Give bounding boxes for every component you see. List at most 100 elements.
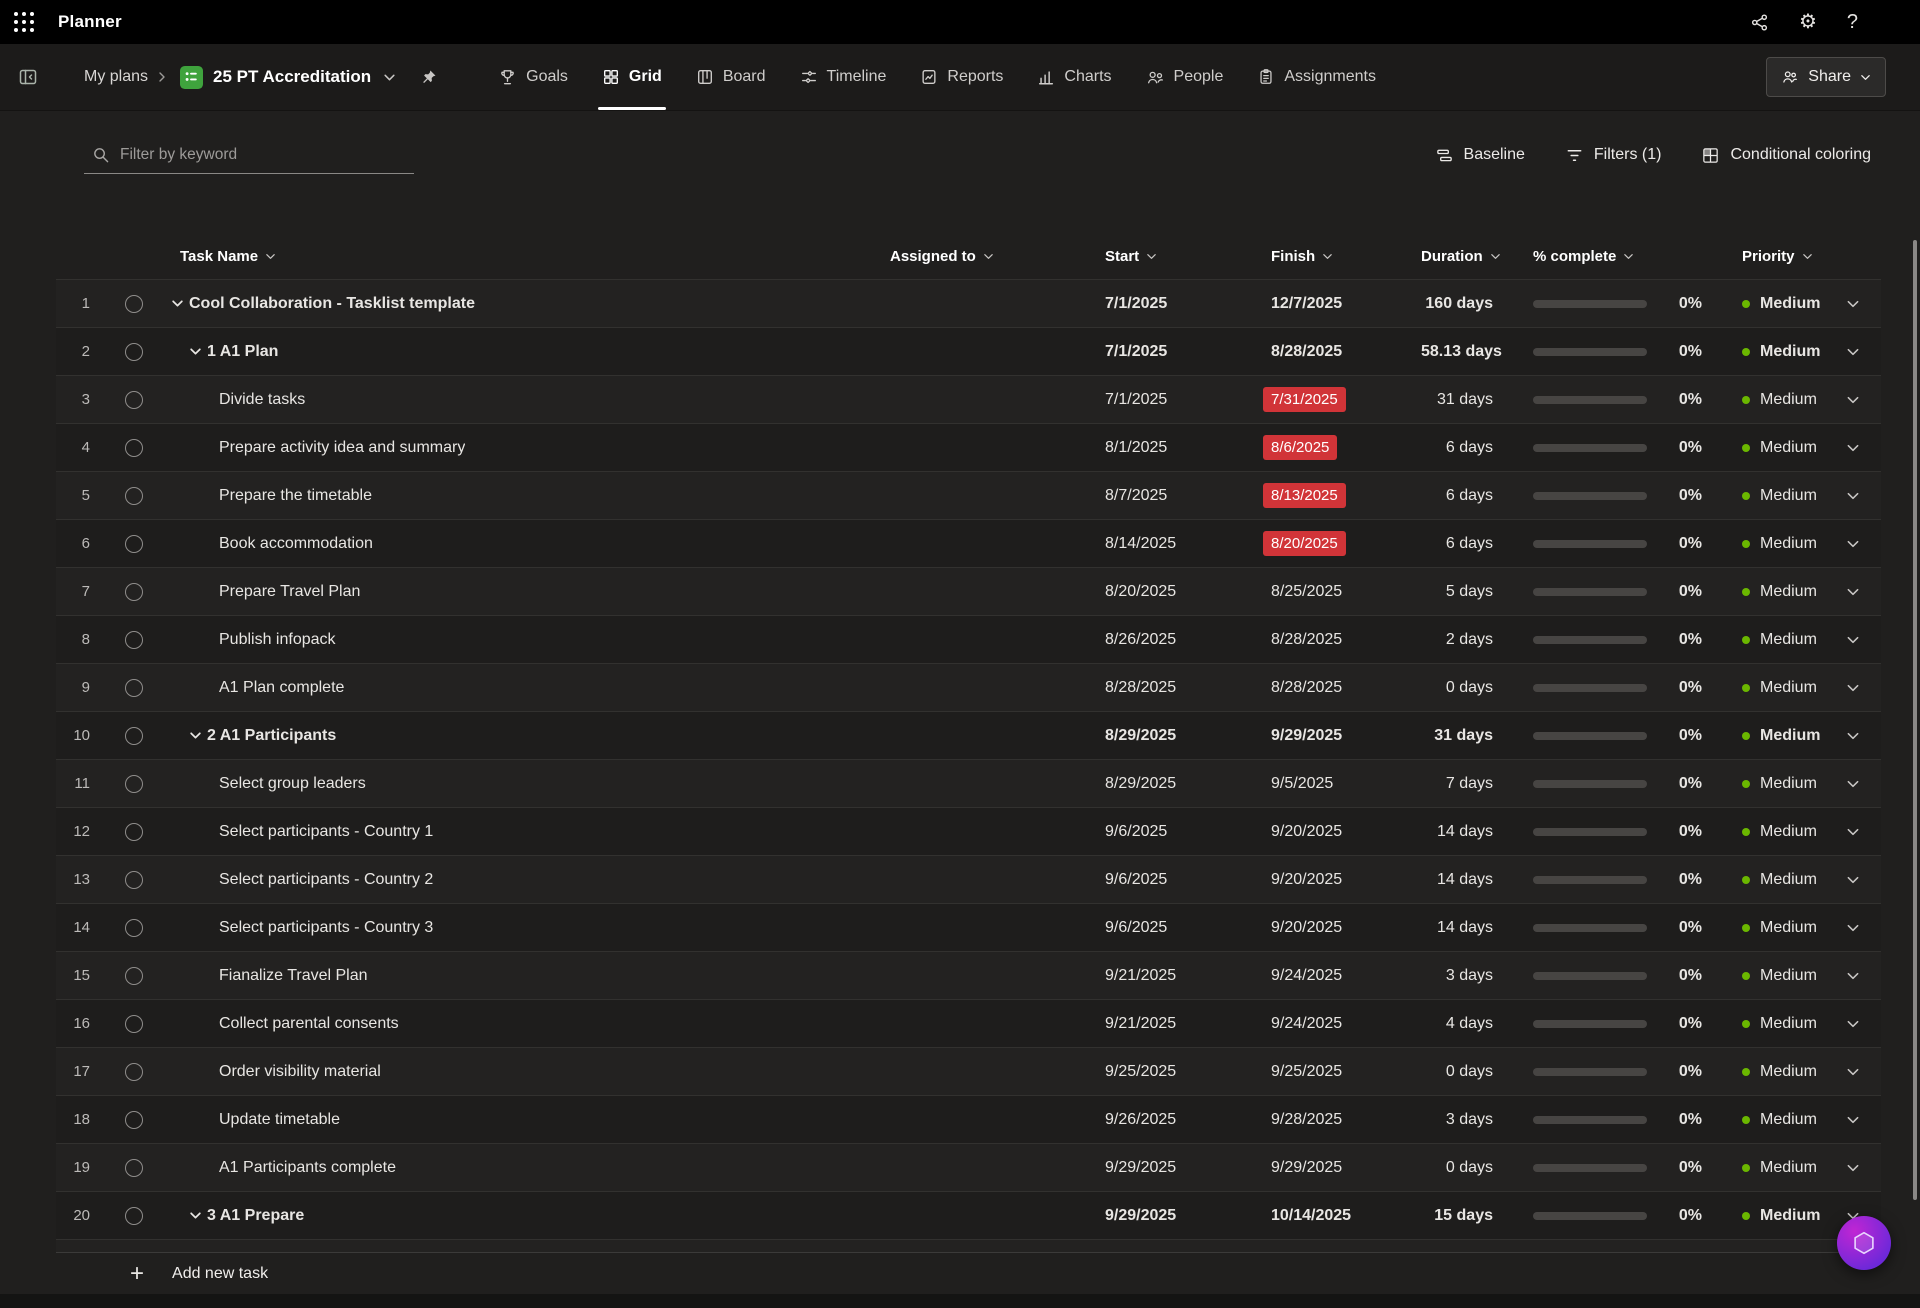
row-chevron-icon[interactable]	[1825, 777, 1881, 791]
task-name[interactable]: Select participants - Country 3	[219, 919, 433, 937]
start-date[interactable]: 7/1/2025	[1105, 295, 1271, 313]
task-complete-circle[interactable]	[125, 967, 143, 985]
task-name[interactable]: Collect parental consents	[219, 1015, 399, 1033]
priority-value[interactable]: Medium	[1760, 1207, 1820, 1225]
start-date[interactable]: 8/28/2025	[1105, 679, 1271, 697]
filters-button[interactable]: Filters (1)	[1565, 146, 1662, 165]
start-date[interactable]: 9/6/2025	[1105, 871, 1271, 889]
task-name[interactable]: 1 A1 Plan	[207, 343, 278, 361]
finish-date[interactable]: 8/28/2025	[1271, 631, 1342, 648]
table-row[interactable]: 13 Select participants - Country 2 9/6/2…	[56, 856, 1881, 904]
priority-value[interactable]: Medium	[1760, 295, 1820, 313]
duration-value[interactable]: 14 days	[1421, 823, 1533, 841]
finish-date[interactable]: 7/31/2025	[1263, 387, 1346, 412]
finish-date[interactable]: 10/14/2025	[1271, 1207, 1351, 1224]
filter-keyword-input[interactable]	[84, 137, 414, 174]
finish-date[interactable]: 9/25/2025	[1271, 1063, 1342, 1080]
task-name[interactable]: 2 A1 Participants	[207, 727, 336, 745]
row-chevron-icon[interactable]	[1825, 489, 1881, 503]
task-complete-circle[interactable]	[125, 1207, 143, 1225]
duration-value[interactable]: 6 days	[1421, 535, 1533, 553]
plan-icon[interactable]	[180, 66, 203, 89]
task-name[interactable]: Prepare activity idea and summary	[219, 439, 465, 457]
duration-value[interactable]: 0 days	[1421, 1063, 1533, 1081]
start-date[interactable]: 8/29/2025	[1105, 727, 1271, 745]
tab-board[interactable]: Board	[679, 44, 783, 110]
duration-value[interactable]: 6 days	[1421, 487, 1533, 505]
task-name[interactable]: Prepare the timetable	[219, 487, 372, 505]
row-chevron-icon[interactable]	[1825, 537, 1881, 551]
finish-date[interactable]: 8/6/2025	[1263, 435, 1337, 460]
priority-value[interactable]: Medium	[1760, 1063, 1817, 1081]
task-complete-circle[interactable]	[125, 439, 143, 457]
row-chevron-icon[interactable]	[1825, 441, 1881, 455]
collapse-caret-icon[interactable]	[189, 345, 202, 358]
table-row[interactable]: 4 Prepare activity idea and summary 8/1/…	[56, 424, 1881, 472]
duration-value[interactable]: 58.13 days	[1421, 343, 1533, 361]
copilot-button[interactable]	[1837, 1216, 1891, 1270]
table-row[interactable]: 7 Prepare Travel Plan 8/20/2025 8/25/202…	[56, 568, 1881, 616]
priority-value[interactable]: Medium	[1760, 871, 1817, 889]
duration-value[interactable]: 31 days	[1421, 727, 1533, 745]
duration-value[interactable]: 7 days	[1421, 775, 1533, 793]
task-complete-circle[interactable]	[125, 343, 143, 361]
table-row[interactable]: 5 Prepare the timetable 8/7/2025 8/13/20…	[56, 472, 1881, 520]
table-row[interactable]: 15 Fianalize Travel Plan 9/21/2025 9/24/…	[56, 952, 1881, 1000]
task-complete-circle[interactable]	[125, 295, 143, 313]
vertical-scrollbar-thumb[interactable]	[1913, 240, 1917, 1200]
task-complete-circle[interactable]	[125, 1015, 143, 1033]
start-date[interactable]: 9/29/2025	[1105, 1159, 1271, 1177]
duration-value[interactable]: 160 days	[1421, 295, 1533, 313]
add-new-task-button[interactable]: + Add new task	[56, 1252, 1881, 1294]
finish-date[interactable]: 8/28/2025	[1271, 343, 1342, 360]
finish-date[interactable]: 8/13/2025	[1263, 483, 1346, 508]
start-date[interactable]: 9/26/2025	[1105, 1111, 1271, 1129]
column-header-finish[interactable]: Finish	[1271, 248, 1421, 265]
task-name[interactable]: Fianalize Travel Plan	[219, 967, 368, 985]
task-name[interactable]: A1 Plan complete	[219, 679, 344, 697]
share-network-icon[interactable]	[1750, 13, 1769, 32]
duration-value[interactable]: 31 days	[1421, 391, 1533, 409]
duration-value[interactable]: 3 days	[1421, 967, 1533, 985]
start-date[interactable]: 9/25/2025	[1105, 1063, 1271, 1081]
start-date[interactable]: 8/29/2025	[1105, 775, 1271, 793]
share-button[interactable]: Share	[1766, 57, 1886, 97]
panel-toggle-icon[interactable]	[0, 67, 56, 87]
task-complete-circle[interactable]	[125, 535, 143, 553]
task-name[interactable]: Order visibility material	[219, 1063, 381, 1081]
column-header-task-name[interactable]: Task Name	[162, 248, 890, 265]
help-icon[interactable]: ?	[1847, 12, 1858, 32]
task-name[interactable]: Publish infopack	[219, 631, 336, 649]
start-date[interactable]: 9/21/2025	[1105, 1015, 1271, 1033]
task-complete-circle[interactable]	[125, 487, 143, 505]
finish-date[interactable]: 12/7/2025	[1271, 295, 1342, 312]
priority-value[interactable]: Medium	[1760, 919, 1817, 937]
duration-value[interactable]: 15 days	[1421, 1207, 1533, 1225]
start-date[interactable]: 8/26/2025	[1105, 631, 1271, 649]
start-date[interactable]: 9/6/2025	[1105, 823, 1271, 841]
duration-value[interactable]: 14 days	[1421, 919, 1533, 937]
table-row[interactable]: 3 Divide tasks 7/1/2025 7/31/2025 31 day…	[56, 376, 1881, 424]
priority-value[interactable]: Medium	[1760, 487, 1817, 505]
finish-date[interactable]: 8/28/2025	[1271, 679, 1342, 696]
task-complete-circle[interactable]	[125, 1111, 143, 1129]
finish-date[interactable]: 9/29/2025	[1271, 727, 1342, 744]
priority-value[interactable]: Medium	[1760, 967, 1817, 985]
tab-people[interactable]: People	[1129, 44, 1241, 110]
start-date[interactable]: 8/14/2025	[1105, 535, 1271, 553]
task-name[interactable]: Cool Collaboration - Tasklist template	[189, 295, 475, 313]
task-complete-circle[interactable]	[125, 631, 143, 649]
duration-value[interactable]: 0 days	[1421, 1159, 1533, 1177]
table-row[interactable]: 1 Cool Collaboration - Tasklist template…	[56, 280, 1881, 328]
table-row[interactable]: 14 Select participants - Country 3 9/6/2…	[56, 904, 1881, 952]
table-row[interactable]: 20 3 A1 Prepare 9/29/2025 10/14/2025 15 …	[56, 1192, 1881, 1240]
start-date[interactable]: 7/1/2025	[1105, 343, 1271, 361]
duration-value[interactable]: 4 days	[1421, 1015, 1533, 1033]
duration-value[interactable]: 0 days	[1421, 679, 1533, 697]
task-name[interactable]: Book accommodation	[219, 535, 373, 553]
column-header-start[interactable]: Start	[1105, 248, 1271, 265]
priority-value[interactable]: Medium	[1760, 535, 1817, 553]
row-chevron-icon[interactable]	[1825, 393, 1881, 407]
finish-date[interactable]: 9/20/2025	[1271, 823, 1342, 840]
table-row[interactable]: 21 Purchase Travel Tickets 9/29/2025 10/…	[56, 1240, 1881, 1252]
